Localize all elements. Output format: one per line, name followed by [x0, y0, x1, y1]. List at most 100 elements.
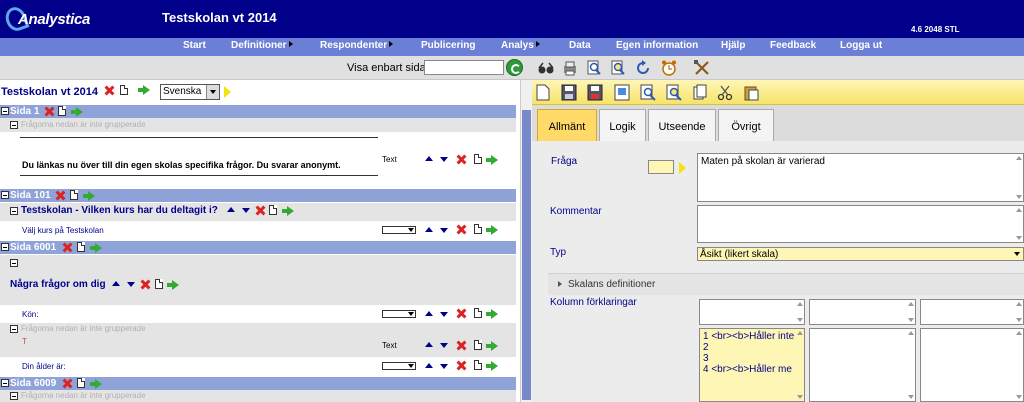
save-red-icon[interactable] [587, 84, 603, 101]
textarea-scrollbar[interactable] [796, 300, 804, 324]
question-select[interactable] [382, 362, 416, 370]
collapse-icon[interactable] [10, 207, 18, 215]
go-arrow-icon[interactable] [90, 379, 102, 389]
go-arrow-icon[interactable] [71, 107, 83, 117]
go-arrow-icon[interactable] [90, 243, 102, 253]
delete-icon[interactable] [457, 341, 466, 350]
visa-enbart-sida-input[interactable] [424, 60, 504, 75]
question-row[interactable]: Din ålder är: [0, 357, 516, 375]
delete-icon[interactable] [56, 191, 65, 200]
delete-icon[interactable] [141, 280, 150, 289]
move-up-icon[interactable] [425, 311, 433, 316]
kommentar-textarea[interactable] [697, 205, 1024, 243]
collapse-icon[interactable] [1, 191, 9, 199]
skalans-definitioner-toggle[interactable]: Skalans definitioner [548, 273, 1024, 295]
new-doc-icon[interactable] [58, 106, 66, 116]
glasses-icon[interactable] [537, 59, 555, 77]
move-up-icon[interactable] [425, 156, 433, 161]
move-up-icon[interactable] [112, 281, 120, 286]
go-arrow-icon[interactable] [138, 85, 151, 95]
new-doc-icon[interactable] [474, 308, 482, 318]
textarea-scrollbar[interactable] [907, 329, 915, 401]
refresh-icon[interactable] [634, 59, 652, 77]
delete-icon[interactable] [63, 379, 72, 388]
zoom-doc-icon[interactable] [666, 84, 682, 101]
new-doc-icon[interactable] [474, 224, 482, 234]
nav-egen-information[interactable]: Egen information [616, 40, 698, 51]
nav-analys[interactable]: Analys [501, 40, 540, 51]
page-bar-sida-6001[interactable]: Sida 6001 [0, 241, 516, 254]
textarea-scrollbar[interactable] [1015, 206, 1023, 242]
delete-icon[interactable] [457, 225, 466, 234]
page-bar-sida-101[interactable]: Sida 101 [0, 189, 516, 202]
question-number-input[interactable] [648, 160, 674, 174]
textarea-scrollbar[interactable] [1015, 300, 1023, 324]
move-down-icon[interactable] [440, 157, 448, 162]
new-doc-icon[interactable] [77, 242, 85, 252]
scale-textarea-1[interactable]: 1 <br><b>Håller inte 2 3 4 <br><b>Håller me [699, 328, 805, 402]
move-down-icon[interactable] [242, 208, 250, 213]
nav-respondenter[interactable]: Respondenter [320, 40, 394, 51]
nav-logga-ut[interactable]: Logga ut [840, 40, 882, 51]
go-arrow-icon[interactable] [486, 341, 498, 351]
delete-icon[interactable] [457, 155, 466, 164]
move-up-icon[interactable] [227, 207, 235, 212]
go-arrow-icon[interactable] [486, 309, 498, 319]
new-doc-icon[interactable] [155, 279, 163, 289]
go-arrow-icon[interactable] [282, 206, 294, 216]
scrollbar-thumb[interactable] [522, 110, 531, 400]
move-up-icon[interactable] [425, 227, 433, 232]
scale-textarea-3[interactable] [920, 328, 1024, 402]
typ-select[interactable]: Åsikt (likert skala) [697, 247, 1024, 261]
new-doc-icon[interactable] [70, 190, 78, 200]
nav-hjalp[interactable]: Hjälp [721, 40, 745, 51]
kolumn-input-2[interactable] [809, 299, 916, 325]
collapse-icon[interactable] [10, 121, 18, 129]
left-panel-scrollbar[interactable] [520, 80, 532, 402]
alarm-clock-icon[interactable] [660, 59, 678, 77]
collapse-icon[interactable] [1, 107, 9, 115]
question-select[interactable] [382, 226, 416, 234]
go-arrow-icon[interactable] [486, 361, 498, 371]
delete-icon[interactable] [63, 243, 72, 252]
collapse-icon[interactable] [10, 259, 18, 267]
cut-icon[interactable] [717, 84, 733, 101]
kolumn-input-1[interactable] [699, 299, 805, 325]
search-doc-icon[interactable] [640, 84, 656, 101]
new-doc-icon[interactable] [120, 85, 129, 95]
fraga-textarea[interactable]: Maten på skolan är varierad [697, 153, 1024, 202]
move-down-icon[interactable] [440, 312, 448, 317]
move-down-icon[interactable] [127, 282, 135, 287]
delete-icon[interactable] [256, 206, 265, 215]
question-row[interactable]: Kön: [0, 305, 516, 323]
analystica-logo[interactable]: Analystica [2, 3, 92, 35]
zoom-doc-icon[interactable] [609, 59, 627, 77]
nav-start[interactable]: Start [183, 40, 206, 51]
textarea-scrollbar[interactable] [1015, 154, 1023, 201]
go-arrow-icon[interactable] [486, 155, 498, 165]
new-doc-icon[interactable] [474, 154, 482, 164]
move-down-icon[interactable] [440, 343, 448, 348]
kolumn-input-3[interactable] [920, 299, 1024, 325]
textarea-scrollbar[interactable] [907, 300, 915, 324]
move-down-icon[interactable] [440, 228, 448, 233]
nav-publicering[interactable]: Publicering [421, 40, 475, 51]
textarea-scrollbar[interactable] [1015, 329, 1023, 401]
question-select[interactable] [382, 310, 416, 318]
new-doc-icon[interactable] [474, 360, 482, 370]
nav-data[interactable]: Data [569, 40, 591, 51]
delete-icon[interactable] [105, 86, 114, 95]
move-down-icon[interactable] [440, 364, 448, 369]
nav-definitioner[interactable]: Definitioner [231, 40, 293, 51]
collapse-icon[interactable] [1, 379, 9, 387]
page-bar-sida-1[interactable]: Sida 1 [0, 105, 516, 118]
save-icon[interactable] [561, 84, 577, 101]
tab-ovrigt[interactable]: Övrigt [718, 109, 774, 141]
delete-icon[interactable] [457, 361, 466, 370]
scale-textarea-2[interactable] [809, 328, 916, 402]
tab-utseende[interactable]: Utseende [648, 109, 716, 141]
image-doc-icon[interactable] [614, 84, 630, 101]
tab-allmant[interactable]: Allmänt [537, 109, 597, 141]
textarea-scrollbar[interactable] [796, 329, 804, 401]
language-select[interactable]: Svenska [160, 84, 220, 100]
